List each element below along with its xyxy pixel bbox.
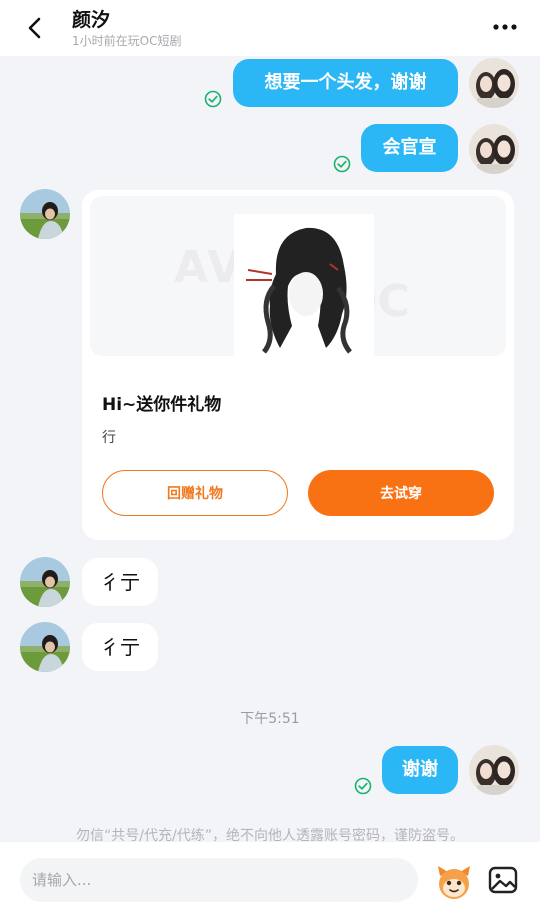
- gift-card-title: Hi~送你件礼物: [102, 395, 222, 415]
- my-avatar[interactable]: [469, 124, 519, 174]
- my-message-bubble[interactable]: 想要一个头发，谢谢: [233, 59, 458, 107]
- contact-message-bubble[interactable]: 彳亍: [82, 623, 158, 671]
- my-message-bubble[interactable]: 谢谢: [382, 746, 458, 794]
- return-gift-button[interactable]: 回赠礼物: [102, 470, 288, 516]
- image-icon[interactable]: [487, 864, 519, 896]
- sent-check-icon: [333, 155, 351, 173]
- contact-avatar[interactable]: [20, 189, 70, 239]
- contact-avatar[interactable]: [20, 557, 70, 607]
- sent-check-icon: [204, 90, 222, 108]
- composer-bar: [0, 842, 540, 920]
- try-on-button[interactable]: 去试穿: [308, 470, 494, 516]
- message-input[interactable]: [20, 858, 418, 902]
- contact-avatar[interactable]: [20, 622, 70, 672]
- mascot-emoji-icon[interactable]: [434, 862, 474, 902]
- my-avatar[interactable]: [469, 745, 519, 795]
- my-avatar[interactable]: [469, 58, 519, 108]
- chat-timestamp: 下午5:51: [240, 711, 300, 727]
- gift-hair-image: [234, 214, 374, 356]
- contact-status: 1小时前在玩OC短剧: [72, 34, 182, 48]
- more-dots-icon[interactable]: [490, 15, 520, 39]
- gift-image-area: AVATAR OC: [90, 196, 506, 356]
- sent-check-icon: [354, 777, 372, 795]
- gift-card-text: 行: [102, 430, 116, 446]
- chevron-left-icon[interactable]: [22, 14, 50, 42]
- contact-message-bubble[interactable]: 彳亍: [82, 558, 158, 606]
- contact-name[interactable]: 颜汐: [72, 5, 110, 32]
- gift-card[interactable]: AVATAR OC Hi~送你件礼物 行 回赠礼物 去试穿: [82, 190, 514, 540]
- chat-header: 颜汐 1小时前在玩OC短剧: [0, 0, 540, 56]
- my-message-bubble[interactable]: 会官宣: [361, 124, 458, 172]
